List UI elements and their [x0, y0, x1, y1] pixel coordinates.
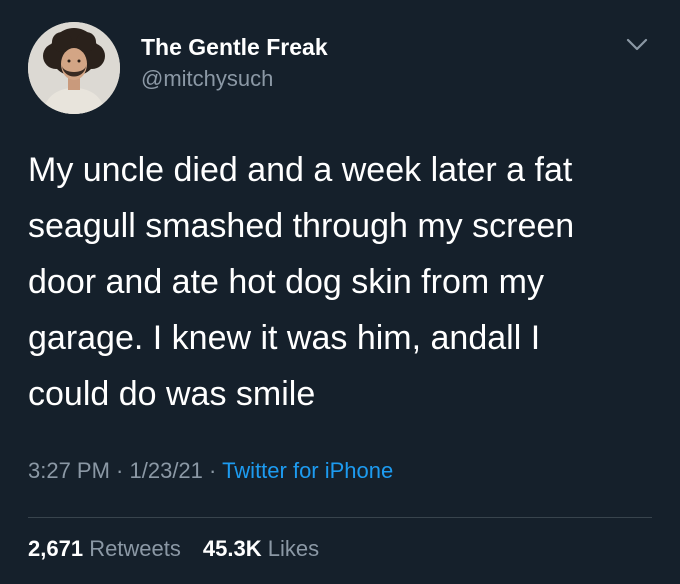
tweet-card: The Gentle Freak @mitchysuch My uncle di…	[0, 0, 680, 584]
chevron-down-icon[interactable]	[624, 34, 650, 54]
tweet-time[interactable]: 3:27 PM	[28, 458, 110, 483]
tweet-text-line: garage. I knew it was him, andall I	[28, 319, 541, 357]
tweet-text-line: door and ate hot dog skin from my	[28, 263, 544, 301]
likes-count: 45.3K	[202, 536, 262, 561]
tweet-stats: 2,671 Retweets 45.3K Likes	[28, 536, 319, 562]
retweets-count: 2,671	[28, 536, 84, 561]
avatar-photo	[28, 22, 120, 114]
tweet-text-line: could do was smile	[28, 375, 316, 413]
avatar[interactable]	[28, 22, 120, 114]
meta-separator: ·	[109, 458, 130, 483]
retweets-label: Retweets	[89, 536, 181, 561]
user-handle[interactable]: @mitchysuch	[141, 66, 273, 92]
display-name[interactable]: The Gentle Freak	[141, 34, 328, 61]
retweets-stat[interactable]: 2,671 Retweets	[28, 536, 181, 561]
tweet-text: My uncle died and a week later a fat sea…	[28, 142, 658, 422]
tweet-source-link[interactable]: Twitter for iPhone	[222, 458, 393, 483]
divider	[28, 517, 652, 518]
likes-stat[interactable]: 45.3K Likes	[203, 536, 319, 561]
meta-separator: ·	[202, 458, 223, 483]
tweet-text-line: My uncle died and a week later a fat	[28, 151, 573, 189]
tweet-date[interactable]: 1/23/21	[130, 458, 203, 483]
tweet-meta: 3:27 PM · 1/23/21 · Twitter for iPhone	[28, 458, 393, 484]
likes-label: Likes	[267, 536, 320, 561]
tweet-text-line: seagull smashed through my screen	[28, 207, 575, 245]
